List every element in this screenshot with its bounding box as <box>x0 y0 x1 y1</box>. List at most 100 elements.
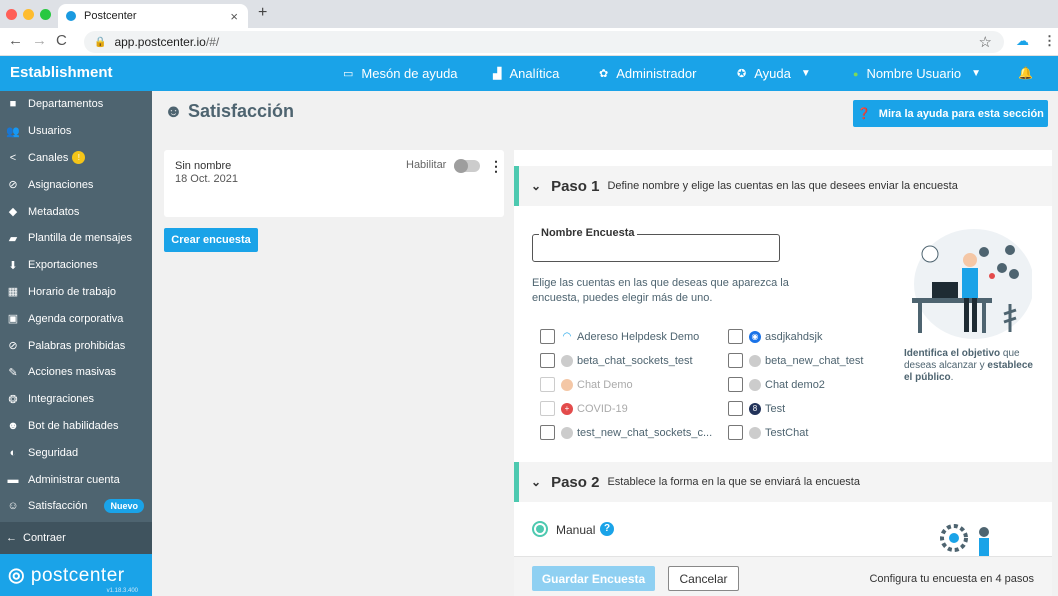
checkbox[interactable] <box>728 425 743 440</box>
survey-card[interactable]: Sin nombre 18 Oct. 2021 Habilitar ⋮ <box>164 150 504 217</box>
checkbox[interactable] <box>728 401 743 416</box>
sidebar-item-palabras[interactable]: ⊘ Palabras prohibidas <box>0 332 152 359</box>
tab-title: Postcenter <box>84 10 137 22</box>
survey-editor: ⌄ Paso 1 Define nombre y elige las cuent… <box>514 150 1052 596</box>
nav-admin[interactable]: ✿ Administrador <box>599 66 696 81</box>
checkbox[interactable] <box>540 425 555 440</box>
step2-header[interactable]: ⌄ Paso 2 Establece la forma en la que se… <box>514 462 1052 502</box>
sidebar-item-label: Asignaciones <box>28 178 94 191</box>
wrench-icon: ✎ <box>8 366 18 379</box>
sidebar-item-usuarios[interactable]: 👥 Usuarios <box>0 118 152 145</box>
new-tab-button[interactable]: + <box>258 4 267 22</box>
close-tab-icon[interactable]: × <box>230 9 238 24</box>
forward-icon[interactable]: → <box>32 32 47 49</box>
step1-header[interactable]: ⌄ Paso 1 Define nombre y elige las cuent… <box>514 166 1052 206</box>
checkbox[interactable] <box>540 329 555 344</box>
nav-analytics[interactable]: ▟ Analítica <box>493 66 559 81</box>
checkbox[interactable] <box>728 377 743 392</box>
lifebuoy-icon: ✪ <box>737 68 747 80</box>
survey-name-field[interactable]: Nombre Encuesta <box>532 227 780 262</box>
id-card-icon: ▣ <box>7 313 19 326</box>
checkbox[interactable] <box>540 353 555 368</box>
reload-icon[interactable]: C <box>56 32 67 49</box>
close-window-icon[interactable] <box>6 9 17 20</box>
sidebar-item-label: Plantilla de mensajes <box>28 232 132 245</box>
more-options-icon[interactable]: ⋮ <box>489 158 503 175</box>
account-checkbox[interactable]: ◠ Adereso Helpdesk Demo <box>540 329 699 344</box>
sidebar-item-integraciones[interactable]: ❂ Integraciones <box>0 386 152 413</box>
account-label: Test <box>765 402 786 415</box>
question-circle-icon[interactable]: ? <box>600 522 614 536</box>
nav-helpdesk-label: Mesón de ayuda <box>361 66 458 81</box>
save-survey-button[interactable]: Guardar Encuesta <box>532 566 655 591</box>
sidebar-item-label: Horario de trabajo <box>28 285 117 298</box>
puzzle-icon: ❂ <box>8 393 18 406</box>
address-bar[interactable]: 🔒 app.postcenter.io/#/ ☆ <box>84 31 1004 53</box>
bell-icon[interactable]: 🔔 <box>1018 66 1033 80</box>
enable-toggle[interactable] <box>454 159 480 173</box>
sidebar-item-label: Seguridad <box>28 446 79 459</box>
account-checkbox[interactable]: Chat Demo <box>540 377 633 392</box>
logo-mark-icon: ◎ <box>8 565 26 586</box>
account-checkbox[interactable]: beta_chat_sockets_test <box>540 353 693 368</box>
sidebar-item-bot[interactable]: ☻ Bot de habilidades <box>0 413 152 440</box>
maximize-window-icon[interactable] <box>40 9 51 20</box>
manual-radio[interactable] <box>532 521 548 537</box>
sidebar-item-horario[interactable]: ▦ Horario de trabajo <box>0 279 152 306</box>
sidebar-item-administrar[interactable]: ▬ Administrar cuenta <box>0 466 152 493</box>
sidebar-item-metadatos[interactable]: ◆ Metadatos <box>0 198 152 225</box>
browser-menu-icon[interactable]: ⋮ <box>1043 33 1056 49</box>
cloud-extension-icon[interactable]: ☁ <box>1016 33 1029 49</box>
sidebar-item-plantilla[interactable]: ▰ Plantilla de mensajes <box>0 225 152 252</box>
checkbox[interactable] <box>728 329 743 344</box>
nav-helpdesk[interactable]: ▭ Mesón de ayuda <box>343 66 458 81</box>
account-checkbox[interactable]: ◉ asdjkahdsjk <box>728 329 822 344</box>
sidebar-item-satisfaccion[interactable]: ☺ Satisfacción Nuevo <box>0 493 152 520</box>
credit-card-icon: ▬ <box>7 473 19 486</box>
caption-end: . <box>950 372 954 383</box>
sidebar-item-agenda[interactable]: ▣ Agenda corporativa <box>0 305 152 332</box>
account-checkbox[interactable]: beta_new_chat_test <box>728 353 863 368</box>
sidebar-item-canales[interactable]: < Canales! <box>0 145 152 172</box>
browser-tab[interactable]: Postcenter × <box>58 4 248 28</box>
logo-text: ◎ postcenter <box>8 564 125 587</box>
download-icon: ⬇ <box>8 259 18 272</box>
user-avatar-icon <box>749 354 761 367</box>
sidebar-item-exportaciones[interactable]: ⬇ Exportaciones <box>0 252 152 279</box>
account-checkbox[interactable]: TestChat <box>728 425 808 440</box>
chevron-down-icon: ▼ <box>971 68 981 79</box>
checkbox[interactable] <box>540 377 555 392</box>
sidebar-item-label: Usuarios <box>28 125 72 138</box>
account-checkbox[interactable]: Chat demo2 <box>728 377 825 392</box>
nav-help[interactable]: ✪ Ayuda ▼ <box>737 66 811 81</box>
sidebar-item-label: Metadatos <box>28 205 80 218</box>
checkbox[interactable] <box>540 401 555 416</box>
account-label: asdjkahdsjk <box>765 330 823 343</box>
chevron-down-icon: ▼ <box>800 68 811 79</box>
instagram-avatar-icon: ◉ <box>749 330 761 343</box>
section-help-button[interactable]: ❓ Mira la ayuda para esta sección <box>853 100 1048 127</box>
cancel-button[interactable]: Cancelar <box>668 566 739 591</box>
nav-user[interactable]: ● Nombre Usuario ▼ <box>853 66 981 81</box>
account-checkbox[interactable]: 8 Test <box>728 401 785 416</box>
sidebar-item-label: Bot de habilidades <box>28 419 119 432</box>
checkbox[interactable] <box>728 353 743 368</box>
sidebar-item-departamentos[interactable]: ■ Departamentos <box>0 91 152 118</box>
minimize-window-icon[interactable] <box>23 9 34 20</box>
account-checkbox[interactable]: test_new_chat_sockets_c... <box>540 425 712 440</box>
new-badge: Nuevo <box>104 499 144 514</box>
account-label: Chat demo2 <box>765 378 825 391</box>
back-icon[interactable]: ← <box>8 32 23 49</box>
sidebar-item-label: Acciones masivas <box>28 366 117 379</box>
sidebar-item-asignaciones[interactable]: ⊘ Asignaciones <box>0 171 152 198</box>
create-survey-button[interactable]: Crear encuesta <box>164 228 258 252</box>
url-path: /#/ <box>205 35 220 49</box>
sidebar-item-label: Agenda corporativa <box>28 312 124 325</box>
steps-note: Configura tu encuesta en 4 pasos <box>869 573 1034 585</box>
collapse-sidebar-button[interactable]: ← Contraer <box>0 522 152 554</box>
sidebar-item-acciones[interactable]: ✎ Acciones masivas <box>0 359 152 386</box>
sidebar-item-seguridad[interactable]: ◐ Seguridad <box>0 439 152 466</box>
account-checkbox[interactable]: + COVID-19 <box>540 401 628 416</box>
bookmark-star-icon[interactable]: ☆ <box>979 33 992 51</box>
logo-wordmark: postcenter <box>30 565 125 586</box>
